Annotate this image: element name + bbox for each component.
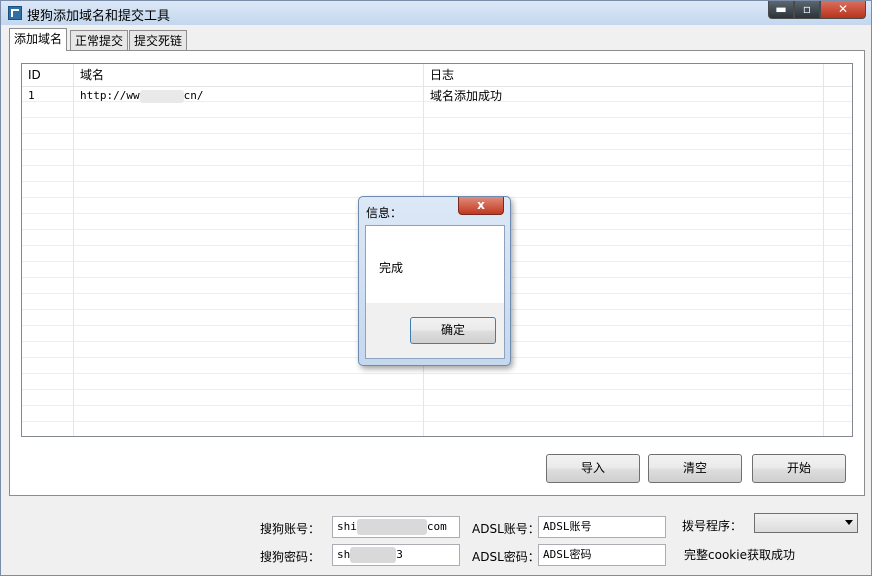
cell-domain-prefix: http://ww — [80, 89, 140, 102]
chevron-down-icon — [845, 520, 853, 525]
sogou-password-prefix: sh — [337, 548, 351, 561]
tab-submit-dead-links[interactable]: 提交死链 — [129, 30, 188, 50]
minimize-button[interactable]: ▬ — [768, 1, 794, 19]
cell-domain: http://ww cn/ — [74, 88, 424, 104]
info-dialog: 信息： x 完成 确定 — [358, 196, 511, 366]
clear-button[interactable]: 清空 — [648, 454, 742, 483]
dialog-title: 信息： — [366, 206, 403, 220]
redacted-block — [356, 519, 427, 535]
dialog-body: 完成 确定 — [365, 225, 505, 359]
cell-domain-suffix: cn/ — [183, 89, 204, 102]
column-header-log[interactable]: 日志 — [424, 64, 824, 86]
column-header-id[interactable]: ID — [22, 64, 74, 86]
dialer-label: 拨号程序： — [682, 519, 743, 533]
dialog-message: 完成 — [379, 261, 404, 275]
sogou-account-input[interactable]: shi com — [332, 516, 460, 538]
maximize-button[interactable]: ▫ — [794, 1, 820, 19]
sogou-password-input[interactable]: sh 3 — [332, 544, 460, 566]
sogou-account-prefix: shi — [337, 520, 357, 533]
app-icon — [8, 6, 22, 20]
tab-normal-submit[interactable]: 正常提交 — [70, 30, 129, 50]
dialer-select[interactable] — [754, 513, 858, 533]
sogou-account-label: 搜狗账号： — [260, 522, 321, 536]
table-row[interactable]: 1 http://ww cn/ 域名添加成功 — [22, 88, 852, 104]
grid-divider — [823, 86, 824, 436]
adsl-password-input[interactable]: ADSL密码 — [538, 544, 666, 566]
dialog-ok-button[interactable]: 确定 — [410, 317, 496, 344]
start-button[interactable]: 开始 — [752, 454, 846, 483]
sogou-account-suffix: com — [426, 520, 447, 533]
grid-divider — [73, 86, 74, 436]
window-title: 搜狗添加域名和提交工具 — [27, 9, 171, 24]
cell-log: 域名添加成功 — [430, 89, 503, 103]
import-button[interactable]: 导入 — [546, 454, 640, 483]
adsl-account-input[interactable]: ADSL账号 — [538, 516, 666, 538]
status-text: 完整cookie获取成功 — [684, 548, 795, 562]
title-bar[interactable]: 搜狗添加域名和提交工具 ▬ ▫ ✕ — [1, 1, 871, 25]
adsl-account-label: ADSL账号： — [472, 522, 540, 536]
sogou-password-suffix: 3 — [396, 548, 403, 561]
cell-id: 1 — [28, 89, 35, 102]
grid-header: ID 域名 日志 — [22, 64, 852, 87]
column-header-domain[interactable]: 域名 — [74, 64, 424, 86]
dialog-message-area: 完成 — [366, 226, 504, 303]
sogou-password-label: 搜狗密码： — [260, 550, 321, 564]
tab-add-domain[interactable]: 添加域名 — [9, 28, 68, 51]
redacted-block — [139, 89, 184, 103]
dialog-close-button[interactable]: x — [458, 197, 504, 215]
close-button[interactable]: ✕ — [820, 1, 866, 19]
redacted-block — [350, 547, 397, 563]
adsl-password-label: ADSL密码： — [472, 550, 540, 564]
main-window: 搜狗添加域名和提交工具 ▬ ▫ ✕ 添加域名 正常提交 提交死链 ID 域名 日… — [0, 0, 872, 576]
